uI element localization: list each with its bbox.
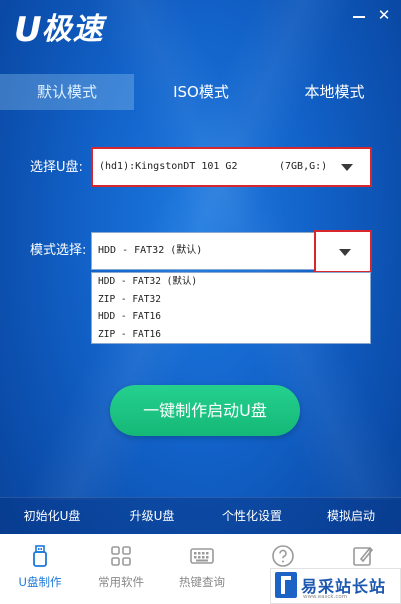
personalize-link[interactable]: 个性化设置 <box>206 498 298 535</box>
help-icon <box>272 545 294 567</box>
app-logo: U 极速 <box>14 12 104 48</box>
chevron-down-icon <box>341 164 353 171</box>
usb-select-capacity: (7GB,G:) <box>279 161 328 172</box>
usb-icon <box>33 545 47 567</box>
simulate-boot-link[interactable]: 模拟启动 <box>305 498 397 535</box>
mode-option[interactable]: ZIP - FAT16 <box>92 326 370 344</box>
tab-iso-mode[interactable]: ISO模式 <box>134 74 268 110</box>
minimize-button[interactable] <box>350 6 368 24</box>
make-bootable-usb-button[interactable]: 一键制作启动U盘 <box>110 385 300 436</box>
close-button[interactable]: ✕ <box>375 6 393 24</box>
mode-options-list: HDD - FAT32 (默认) ZIP - FAT32 HDD - FAT16… <box>91 272 371 344</box>
mode-dropdown-button[interactable] <box>314 230 372 273</box>
nav-hotkey-lookup[interactable]: 热键查询 <box>162 534 242 604</box>
grid-icon <box>111 546 131 566</box>
watermark-logo-icon <box>275 572 297 598</box>
nav-label: 热键查询 <box>179 575 225 589</box>
tool-links-bar: 初始化U盘 升级U盘 个性化设置 模拟启动 <box>0 497 401 534</box>
chevron-down-icon <box>339 249 351 256</box>
nav-usb-make[interactable]: U盘制作 <box>0 534 80 604</box>
logo-letter: U <box>14 10 42 50</box>
minimize-icon <box>353 16 365 18</box>
close-icon: ✕ <box>377 6 391 24</box>
init-usb-link[interactable]: 初始化U盘 <box>6 498 98 535</box>
nav-common-software[interactable]: 常用软件 <box>81 534 161 604</box>
usb-select-label: 选择U盘: <box>30 160 83 175</box>
mode-option[interactable]: ZIP - FAT32 <box>92 291 370 309</box>
upgrade-usb-link[interactable]: 升级U盘 <box>106 498 198 535</box>
mode-select-label: 模式选择: <box>30 243 87 258</box>
mode-select-value: HDD - FAT32 (默认) <box>98 245 203 256</box>
app-window: U 极速 ✕ 默认模式 ISO模式 本地模式 选择U盘: (hd1):Kings… <box>0 0 401 604</box>
usb-select[interactable]: (hd1):KingstonDT 101 G2 (7GB,G:) <box>91 147 372 187</box>
site-watermark: 易采站长站 www.easck.com <box>270 568 401 604</box>
mode-option[interactable]: HDD - FAT32 (默认) <box>92 273 370 291</box>
nav-label: 常用软件 <box>98 575 144 589</box>
watermark-subtitle: www.easck.com <box>303 594 348 600</box>
usb-select-value: (hd1):KingstonDT 101 G2 <box>99 161 238 172</box>
mode-option[interactable]: HDD - FAT16 <box>92 308 370 326</box>
tab-local-mode[interactable]: 本地模式 <box>268 74 401 110</box>
keyboard-icon <box>190 548 214 564</box>
edit-icon <box>353 546 374 566</box>
tab-default-mode[interactable]: 默认模式 <box>0 74 134 110</box>
mode-tabs: 默认模式 ISO模式 本地模式 <box>0 74 401 110</box>
nav-label: U盘制作 <box>18 575 62 589</box>
logo-text: 极速 <box>41 12 104 47</box>
